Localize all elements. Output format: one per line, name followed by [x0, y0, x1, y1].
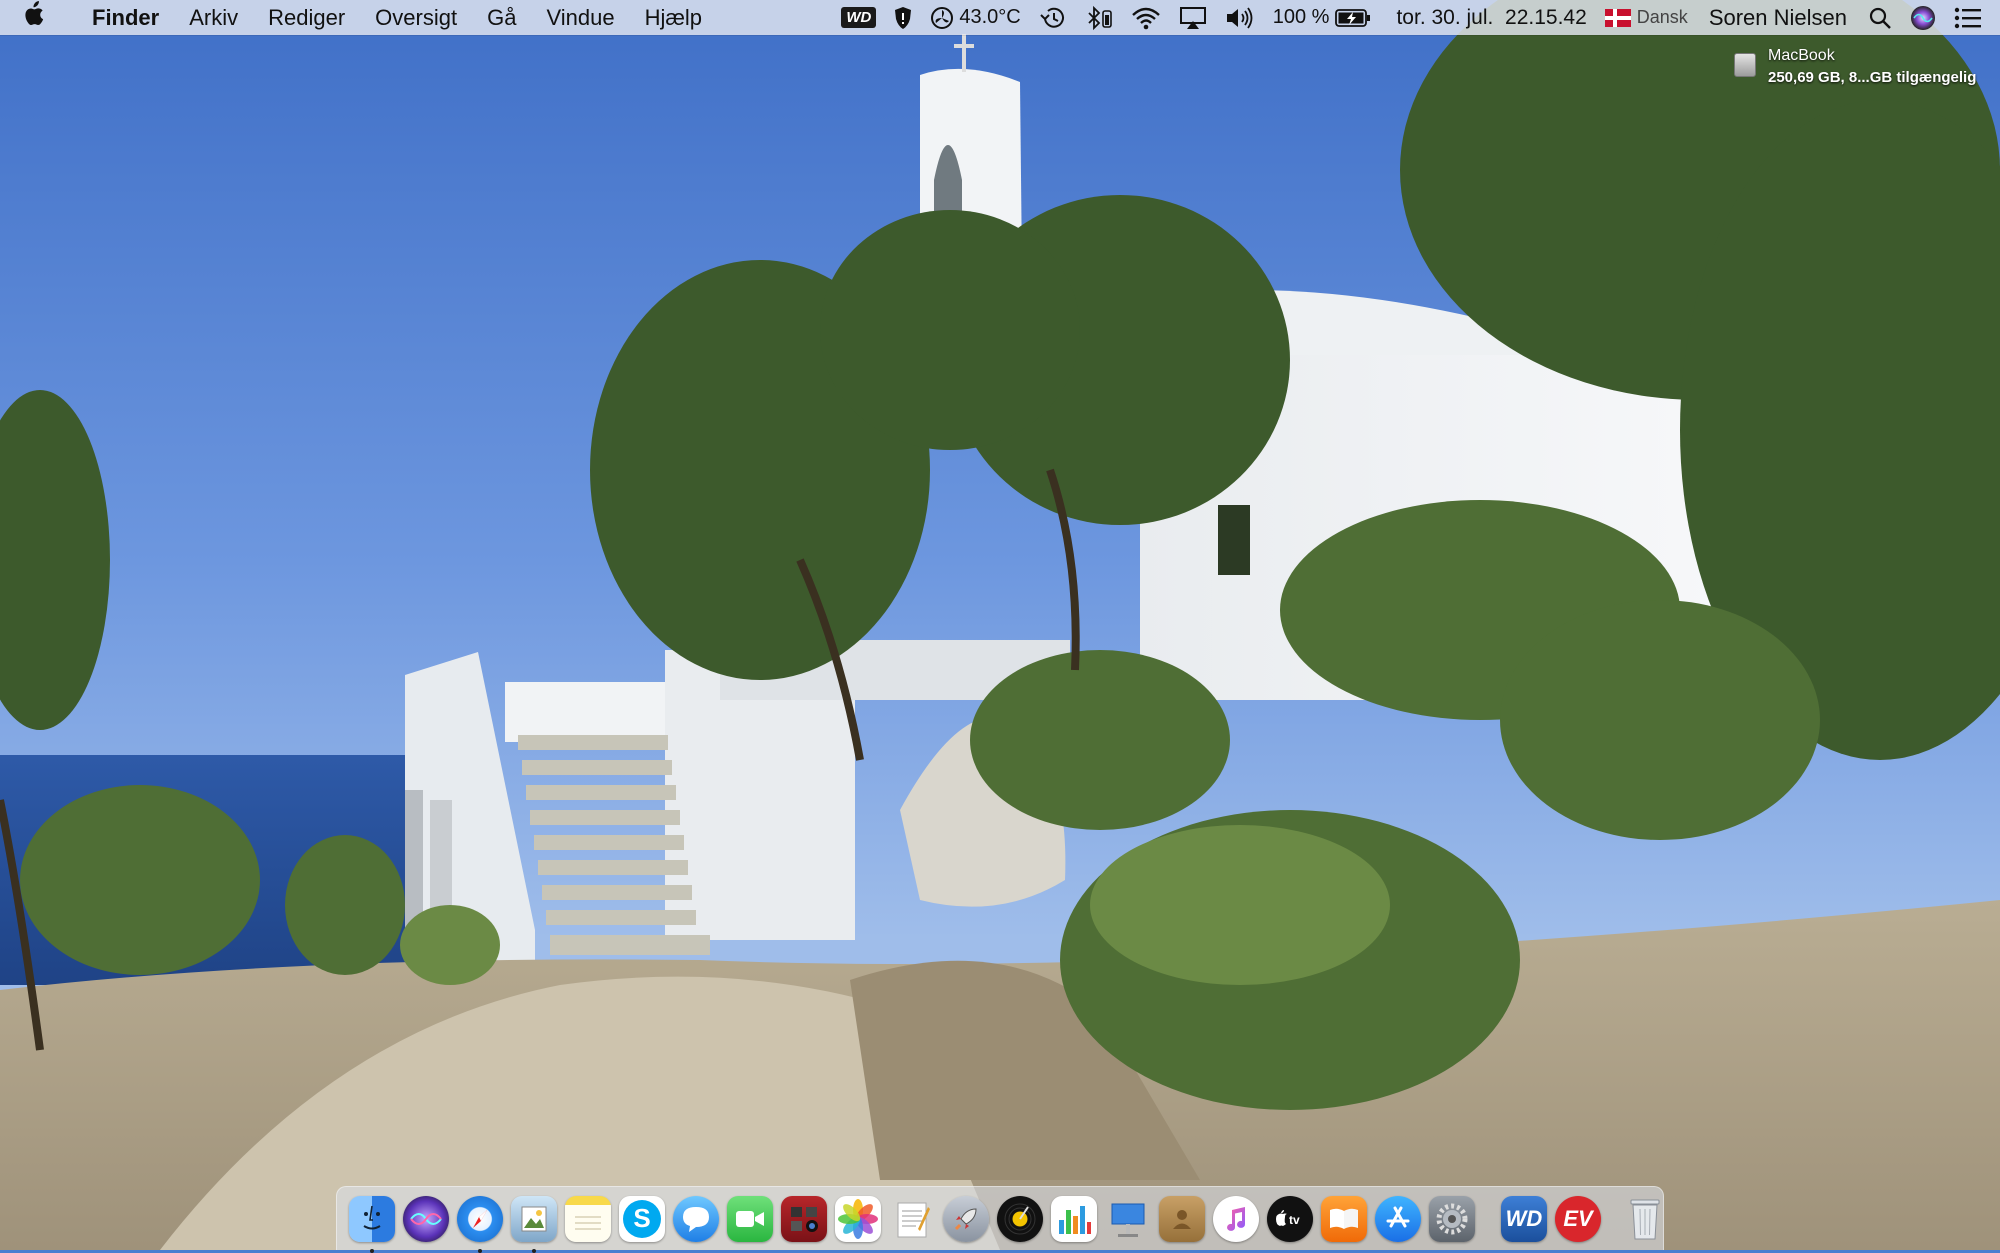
dock-trash[interactable] — [1619, 1193, 1671, 1245]
apple-tv-icon: tv — [1267, 1195, 1313, 1242]
keynote-podium-icon — [1105, 1196, 1151, 1242]
dock-textedit[interactable] — [886, 1193, 938, 1245]
dock-keynote[interactable] — [1102, 1193, 1154, 1245]
notes-icon — [565, 1195, 611, 1242]
dock-launchpad[interactable] — [940, 1193, 992, 1245]
photo-booth-icon — [781, 1195, 827, 1242]
dock-system-preferences[interactable] — [1426, 1193, 1478, 1245]
gear-icon — [1429, 1195, 1475, 1242]
notification-center-icon[interactable] — [1945, 0, 2000, 35]
fan-icon — [931, 6, 954, 29]
wifi-icon[interactable] — [1122, 0, 1170, 35]
contacts-book-icon — [1159, 1195, 1205, 1242]
preview-photos-icon — [511, 1195, 557, 1242]
numbers-chart-icon — [1051, 1195, 1097, 1242]
airplay-icon[interactable] — [1170, 0, 1216, 35]
bluetooth-icon[interactable] — [1076, 0, 1122, 35]
finder-icon — [349, 1195, 395, 1242]
disk-info: 250,69 GB, 8...GB tilgængelig — [1768, 69, 1977, 86]
disk-name: MacBook — [1768, 47, 1835, 64]
dock-wd-discovery[interactable]: WD — [1498, 1193, 1550, 1245]
photos-flower-icon — [835, 1195, 881, 1242]
menu-vindue[interactable]: Vindue — [531, 0, 629, 35]
clock[interactable]: tor. 30. jul. 22.15.42 — [1380, 0, 1595, 35]
dock-logic-remote[interactable] — [994, 1193, 1046, 1245]
spotlight-search-icon[interactable] — [1859, 0, 1901, 35]
app-store-icon — [1375, 1195, 1421, 1242]
menu-arkiv[interactable]: Arkiv — [174, 0, 253, 35]
shield-icon[interactable] — [885, 0, 921, 35]
menu-rediger[interactable]: Rediger — [253, 0, 360, 35]
running-indicator — [478, 1248, 482, 1253]
battery-status[interactable]: 100 % — [1264, 0, 1381, 35]
dock-preview[interactable] — [508, 1193, 560, 1253]
user-name[interactable]: Soren Nielsen — [1697, 0, 1859, 35]
siri-icon — [403, 1195, 449, 1242]
menu-oversigt[interactable]: Oversigt — [360, 0, 472, 35]
dock-books[interactable] — [1318, 1193, 1370, 1245]
dock-numbers[interactable] — [1048, 1193, 1100, 1245]
apple-menu-icon[interactable] — [22, 1, 68, 34]
wd-icon: WD — [1501, 1195, 1547, 1242]
dock-expressvpn[interactable]: EV — [1552, 1193, 1604, 1245]
dock-contacts[interactable] — [1156, 1193, 1208, 1245]
desktop-wallpaper — [0, 0, 2000, 1250]
danish-flag-icon — [1604, 8, 1631, 27]
input-source[interactable]: Dansk — [1596, 0, 1697, 35]
dock-photo-booth[interactable] — [778, 1193, 830, 1245]
dock-finder[interactable] — [346, 1193, 398, 1253]
dock-skype[interactable]: S — [616, 1193, 668, 1245]
safari-compass-icon — [457, 1195, 503, 1242]
volume-icon[interactable] — [1216, 0, 1264, 35]
trash-can-icon — [1622, 1196, 1668, 1242]
dock-safari[interactable] — [454, 1193, 506, 1253]
books-icon — [1321, 1195, 1367, 1242]
skype-icon: S — [619, 1195, 665, 1242]
launchpad-rocket-icon — [943, 1195, 989, 1242]
skype-label: S — [623, 1199, 661, 1238]
dock-photos[interactable] — [832, 1193, 884, 1245]
running-indicator — [532, 1248, 536, 1253]
wd-status-icon[interactable]: WD — [832, 0, 885, 35]
temperature-value: 43.0°C — [959, 6, 1021, 28]
battery-percentage: 100 % — [1272, 6, 1330, 28]
siri-icon[interactable] — [1901, 0, 1945, 35]
dock-facetime[interactable] — [724, 1193, 776, 1245]
dock-apple-tv[interactable]: tv — [1264, 1193, 1316, 1245]
svg-text:tv: tv — [1289, 1213, 1300, 1227]
menu-ga[interactable]: Gå — [472, 0, 531, 35]
dock-app-store[interactable] — [1372, 1193, 1424, 1245]
temperature-status[interactable]: 43.0°C — [921, 0, 1029, 35]
dock: S tv WD EV — [336, 1186, 1664, 1253]
itunes-music-note-icon — [1213, 1195, 1259, 1242]
hard-drive-icon — [1734, 53, 1756, 77]
expressvpn-icon: EV — [1555, 1195, 1601, 1242]
dock-itunes[interactable] — [1210, 1193, 1262, 1245]
menu-hjaelp[interactable]: Hjælp — [630, 0, 717, 35]
textedit-icon — [889, 1196, 935, 1242]
dock-messages[interactable] — [670, 1193, 722, 1245]
time-machine-icon[interactable] — [1030, 0, 1076, 35]
vinyl-record-icon — [997, 1195, 1043, 1242]
dock-siri[interactable] — [400, 1193, 452, 1245]
running-indicator — [370, 1248, 374, 1253]
battery-icon — [1335, 8, 1371, 27]
menu-bar: Finder Arkiv Rediger Oversigt Gå Vindue … — [0, 0, 2000, 35]
facetime-icon — [727, 1195, 773, 1242]
messages-icon — [673, 1195, 719, 1242]
dock-notes[interactable] — [562, 1193, 614, 1245]
menu-app-finder[interactable]: Finder — [68, 0, 174, 35]
